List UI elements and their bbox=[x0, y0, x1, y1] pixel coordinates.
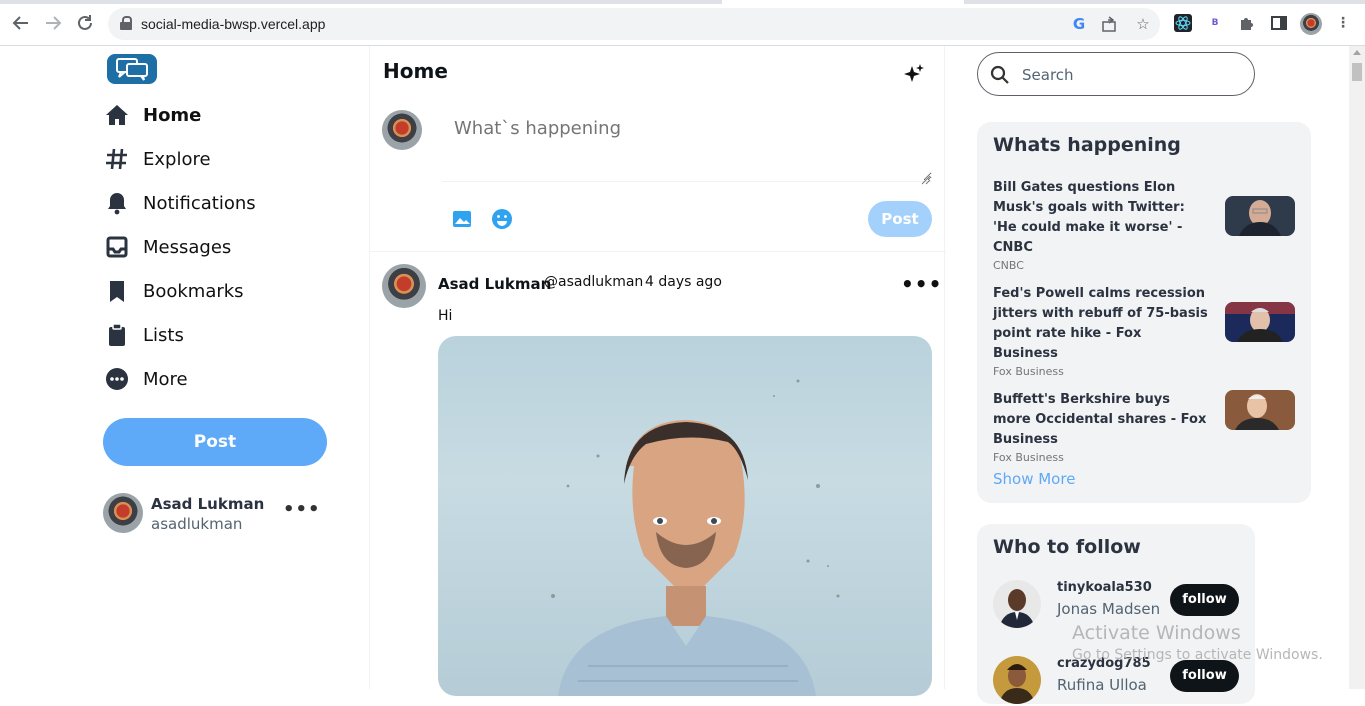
compose-input[interactable] bbox=[442, 108, 932, 182]
scroll-up-arrow-icon[interactable] bbox=[1353, 50, 1361, 55]
avatar[interactable] bbox=[993, 656, 1041, 704]
trend-item[interactable]: Buffett's Berkshire buys more Occidental… bbox=[993, 390, 1295, 464]
trend-headline[interactable]: Buffett's Berkshire buys more Occidental… bbox=[993, 390, 1208, 450]
trend-source: Fox Business bbox=[993, 451, 1064, 464]
post-image[interactable] bbox=[438, 336, 932, 696]
google-icon[interactable]: G bbox=[1070, 15, 1088, 33]
emoji-icon[interactable] bbox=[491, 208, 513, 230]
active-tab[interactable] bbox=[722, 0, 964, 4]
post-text: Hi bbox=[438, 308, 453, 324]
reload-icon[interactable] bbox=[74, 12, 96, 34]
url-text[interactable]: social-media-bwsp.vercel.app bbox=[141, 16, 325, 32]
react-devtools-icon[interactable] bbox=[1174, 14, 1192, 32]
post-author-avatar[interactable] bbox=[382, 264, 426, 308]
page-scrollbar[interactable] bbox=[1349, 46, 1365, 689]
star-icon[interactable]: ☆ bbox=[1134, 15, 1152, 33]
avatar[interactable] bbox=[993, 580, 1041, 628]
sidebar-item-label: Explore bbox=[143, 148, 211, 170]
follow-username[interactable]: tinykoala530 bbox=[1057, 580, 1152, 595]
bootstrap-extension-icon[interactable]: B bbox=[1206, 14, 1224, 32]
browser-menu-icon[interactable]: ⋮ bbox=[1334, 14, 1352, 32]
sidebar-item-label: Notifications bbox=[143, 192, 256, 214]
trend-headline[interactable]: Fed's Powell calms recession jitters wit… bbox=[993, 284, 1208, 364]
trend-headline[interactable]: Bill Gates questions Elon Musk's goals w… bbox=[993, 178, 1208, 258]
resize-handle-icon[interactable] bbox=[919, 170, 931, 185]
image-upload-icon[interactable] bbox=[451, 208, 473, 230]
bell-icon bbox=[104, 190, 130, 216]
more-circle-icon bbox=[104, 366, 130, 392]
page: Home Explore Notifications Messages Book… bbox=[0, 46, 1349, 704]
hashtag-icon bbox=[104, 146, 130, 172]
sidebar-item-lists[interactable]: Lists bbox=[104, 317, 184, 353]
back-arrow-icon[interactable] bbox=[10, 12, 32, 34]
sidebar-item-label: Home bbox=[143, 104, 202, 126]
show-more-link[interactable]: Show More bbox=[993, 470, 1075, 488]
clipboard-icon bbox=[104, 322, 130, 348]
lock-icon[interactable] bbox=[120, 16, 132, 30]
list-item: crazydog785 Rufina Ulloa follow bbox=[993, 656, 1239, 706]
sparkle-icon[interactable] bbox=[904, 64, 924, 84]
puzzle-icon[interactable] bbox=[1238, 14, 1256, 32]
windows-activation-watermark: Activate Windows Go to Settings to activ… bbox=[1072, 622, 1323, 663]
sidebar-item-notifications[interactable]: Notifications bbox=[104, 185, 256, 221]
account-switcher[interactable]: Asad Lukman asadlukman ••• bbox=[103, 493, 320, 535]
post-timestamp: 4 days ago bbox=[645, 274, 722, 290]
trend-thumbnail bbox=[1225, 390, 1295, 430]
follow-button[interactable]: follow bbox=[1170, 584, 1239, 616]
side-panel-icon[interactable] bbox=[1270, 14, 1288, 32]
follow-display-name: Rufina Ulloa bbox=[1057, 676, 1147, 694]
follow-display-name: Jonas Madsen bbox=[1057, 600, 1161, 618]
who-to-follow-card: Who to follow tinykoala530 Jonas Madsen … bbox=[977, 524, 1255, 704]
watermark-subtitle: Go to Settings to activate Windows. bbox=[1072, 647, 1323, 663]
account-options-icon[interactable]: ••• bbox=[283, 499, 321, 520]
sidebar-post-button[interactable]: Post bbox=[103, 418, 327, 466]
trend-source: CNBC bbox=[993, 259, 1024, 272]
search-input[interactable] bbox=[1022, 63, 1242, 87]
sidebar-item-messages[interactable]: Messages bbox=[104, 229, 231, 265]
scrollbar-thumb[interactable] bbox=[1352, 63, 1362, 81]
trend-thumbnail bbox=[1225, 196, 1295, 236]
sidebar-item-label: Bookmarks bbox=[143, 280, 244, 302]
composer-avatar bbox=[382, 110, 422, 150]
page-title: Home bbox=[383, 59, 448, 83]
sidebar-item-label: Lists bbox=[143, 324, 184, 346]
trend-thumbnail bbox=[1225, 302, 1295, 342]
post-options-icon[interactable]: ••• bbox=[901, 272, 942, 296]
browser-toolbar: social-media-bwsp.vercel.app G ☆ B ⋮ bbox=[0, 0, 1365, 46]
browser-profile-avatar[interactable] bbox=[1300, 13, 1322, 35]
trend-item[interactable]: Bill Gates questions Elon Musk's goals w… bbox=[993, 178, 1295, 272]
bookmark-icon bbox=[104, 278, 130, 304]
forward-arrow-icon[interactable] bbox=[42, 12, 64, 34]
trends-card: Whats happening Bill Gates questions Elo… bbox=[977, 122, 1311, 503]
sidebar-item-home[interactable]: Home bbox=[104, 97, 201, 133]
sidebar-item-label: More bbox=[143, 368, 188, 390]
watermark-title: Activate Windows bbox=[1072, 622, 1241, 644]
address-bar[interactable]: social-media-bwsp.vercel.app G ☆ bbox=[108, 8, 1160, 40]
follow-button[interactable]: follow bbox=[1170, 660, 1239, 692]
inbox-icon bbox=[104, 234, 130, 260]
app-logo[interactable] bbox=[107, 54, 157, 84]
main-feed: Home Post Asad Lukman @asadlukman 4 days… bbox=[369, 46, 946, 696]
trend-item[interactable]: Fed's Powell calms recession jitters wit… bbox=[993, 284, 1295, 378]
search-box[interactable] bbox=[977, 52, 1255, 96]
home-icon bbox=[104, 102, 130, 128]
search-icon bbox=[990, 65, 1010, 85]
divider bbox=[370, 251, 946, 252]
sidebar-item-label: Messages bbox=[143, 236, 232, 258]
avatar bbox=[103, 493, 143, 533]
who-to-follow-title: Who to follow bbox=[993, 536, 1141, 558]
trend-source: Fox Business bbox=[993, 365, 1064, 378]
sidebar-item-more[interactable]: More bbox=[104, 361, 188, 397]
share-icon[interactable] bbox=[1101, 15, 1119, 33]
profile-handle: asadlukman bbox=[151, 515, 243, 533]
profile-name: Asad Lukman bbox=[151, 495, 265, 513]
trends-title: Whats happening bbox=[993, 134, 1181, 156]
post-author-handle[interactable]: @asadlukman bbox=[544, 274, 643, 290]
post-author-name[interactable]: Asad Lukman bbox=[438, 275, 551, 293]
sidebar-item-explore[interactable]: Explore bbox=[104, 141, 211, 177]
tab-strip bbox=[0, 0, 1365, 4]
composer-post-button[interactable]: Post bbox=[868, 201, 932, 237]
sidebar-item-bookmarks[interactable]: Bookmarks bbox=[104, 273, 244, 309]
